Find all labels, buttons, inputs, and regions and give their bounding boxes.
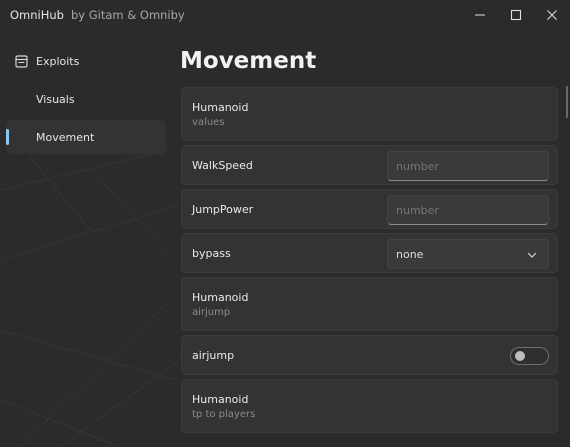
title-bar[interactable]: OmniHub by Gitam & Omniby [0, 0, 570, 30]
close-icon [547, 10, 557, 20]
card-title: Humanoid [192, 101, 249, 114]
document-icon [15, 55, 28, 68]
maximize-button[interactable] [498, 0, 534, 30]
close-button[interactable] [534, 0, 570, 30]
card-title: bypass [192, 247, 231, 260]
page-title: Movement [180, 48, 317, 74]
sidebar-item-label: Exploits [36, 54, 80, 68]
walkspeed-row: WalkSpeed [181, 145, 558, 185]
airjump-toggle[interactable] [510, 347, 549, 365]
card-title: airjump [192, 349, 235, 362]
dropdown-value: none [396, 247, 424, 261]
app-title: OmniHub [10, 8, 64, 22]
sidebar-item-exploits[interactable]: Exploits [6, 44, 166, 78]
maximize-icon [510, 9, 522, 21]
paragraph-card: Humanoid airjump [181, 277, 558, 331]
minimize-icon [475, 14, 485, 16]
card-title: JumpPower [192, 203, 254, 216]
bypass-row: bypass none [181, 233, 558, 273]
card-title: Humanoid [192, 393, 249, 406]
active-indicator [6, 129, 9, 145]
toggle-knob [515, 351, 525, 361]
settings-list: Humanoid values WalkSpeed JumpPower bypa… [181, 87, 558, 437]
jumppower-input[interactable] [387, 195, 549, 225]
window-controls [462, 0, 570, 30]
paragraph-card: Humanoid tp to players [181, 379, 558, 433]
sidebar-item-movement[interactable]: Movement [6, 120, 166, 154]
sidebar: Exploits Visuals Movement [0, 44, 170, 158]
bypass-dropdown[interactable]: none [387, 239, 549, 269]
sidebar-item-label: Visuals [36, 92, 75, 106]
sidebar-item-label: Movement [36, 130, 95, 144]
chevron-down-icon [527, 252, 537, 258]
card-title: Humanoid [192, 291, 249, 304]
paragraph-card: Humanoid values [181, 87, 558, 141]
card-description: tp to players [192, 409, 256, 420]
card-description: airjump [192, 307, 231, 318]
scrollbar[interactable] [566, 86, 568, 118]
airjump-row: airjump [181, 335, 558, 375]
walkspeed-input[interactable] [387, 151, 549, 181]
sidebar-item-visuals[interactable]: Visuals [6, 82, 166, 116]
jumppower-row: JumpPower [181, 189, 558, 229]
card-title: WalkSpeed [192, 159, 253, 172]
app-subtitle: by Gitam & Omniby [70, 8, 185, 22]
minimize-button[interactable] [462, 0, 498, 30]
card-description: values [192, 117, 225, 128]
